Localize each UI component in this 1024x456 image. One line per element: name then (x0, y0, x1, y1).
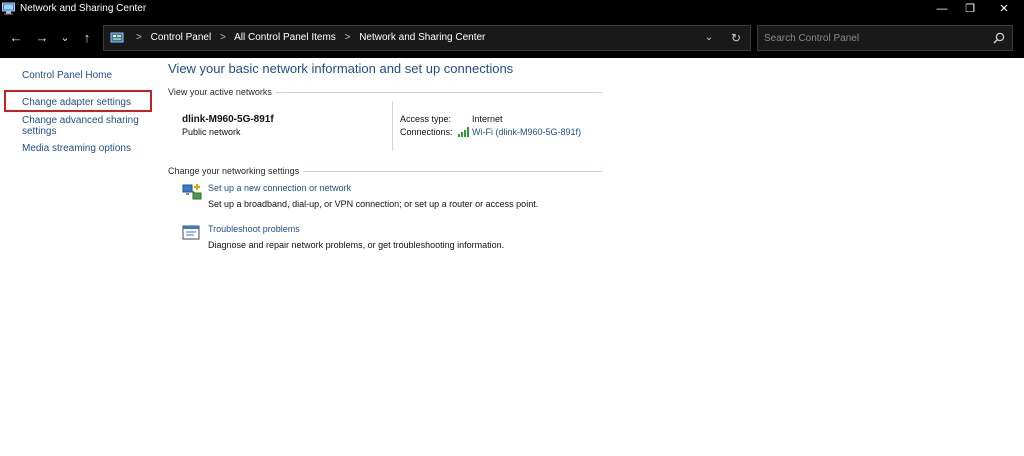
access-type-label: Access type: (400, 114, 452, 124)
refresh-icon[interactable]: ↻ (728, 31, 744, 47)
up-arrow-icon[interactable]: ↑ (79, 30, 95, 46)
navigation-bar: ← → ⌄ ↑ > Control Panel > All Control Pa… (0, 18, 1024, 58)
breadcrumb: > Control Panel > All Control Panel Item… (130, 32, 485, 43)
recent-locations-chevron-icon[interactable]: ⌄ (57, 30, 73, 46)
control-panel-icon (110, 32, 124, 43)
wifi-connection-link[interactable]: Wi-Fi (dlink-M960-5G-891f) (472, 127, 581, 137)
sidebar-item-media-streaming-options[interactable]: Media streaming options (22, 143, 131, 154)
new-connection-icon (182, 184, 202, 200)
sidebar: Control Panel Home Change adapter settin… (0, 58, 160, 456)
active-networks-heading: View your active networks (168, 87, 272, 97)
network-type[interactable]: Public network (182, 127, 241, 137)
setup-connection-description: Set up a broadband, dial-up, or VPN conn… (208, 199, 539, 209)
breadcrumb-control-panel[interactable]: Control Panel (151, 32, 212, 43)
search-input[interactable] (764, 30, 984, 46)
restore-button[interactable]: ❐ (954, 0, 986, 18)
section-divider (276, 92, 602, 93)
setup-connection-link[interactable]: Set up a new connection or network (208, 183, 351, 193)
networking-settings-heading: Change your networking settings (168, 166, 300, 176)
network-name: dlink-M960-5G-891f (182, 114, 274, 125)
connections-label: Connections: (400, 127, 453, 137)
sidebar-item-control-panel-home[interactable]: Control Panel Home (22, 70, 112, 81)
title-bar: Network and Sharing Center — ❐ ✕ (0, 0, 1024, 18)
breadcrumb-separator: > (344, 32, 351, 43)
close-button[interactable]: ✕ (988, 0, 1020, 18)
address-dropdown-chevron-icon[interactable]: ⌄ (702, 32, 716, 46)
breadcrumb-separator: > (136, 32, 142, 43)
search-box[interactable] (757, 25, 1013, 51)
access-type-value: Internet (472, 114, 503, 124)
back-arrow-icon[interactable]: ← (8, 30, 24, 46)
sidebar-item-change-adapter-settings[interactable]: Change adapter settings (22, 97, 131, 108)
wifi-signal-icon (458, 127, 469, 137)
sidebar-item-advanced-sharing-settings[interactable]: Change advanced sharing settings (22, 115, 140, 137)
network-center-app-icon (2, 2, 15, 15)
section-divider (303, 171, 602, 172)
forward-arrow-icon[interactable]: → (34, 30, 50, 46)
window-title: Network and Sharing Center (20, 3, 147, 14)
troubleshoot-link[interactable]: Troubleshoot problems (208, 224, 300, 234)
breadcrumb-separator: > (220, 32, 226, 43)
troubleshoot-description: Diagnose and repair network problems, or… (208, 240, 505, 250)
breadcrumb-network-sharing-center[interactable]: Network and Sharing Center (359, 32, 485, 43)
breadcrumb-all-items[interactable]: All Control Panel Items (234, 32, 336, 43)
address-bar[interactable]: > Control Panel > All Control Panel Item… (103, 25, 751, 51)
troubleshoot-icon (182, 225, 200, 240)
vertical-divider (392, 101, 393, 151)
page-title: View your basic network information and … (168, 61, 514, 76)
search-icon[interactable] (992, 31, 1006, 45)
